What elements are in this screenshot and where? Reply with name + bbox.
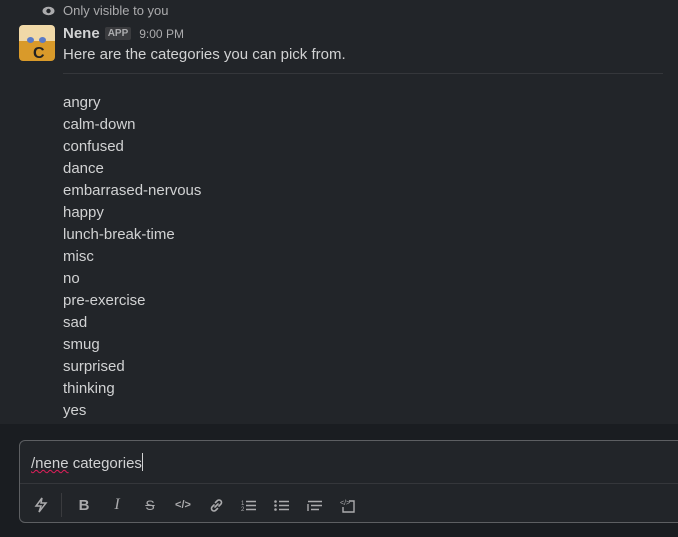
list-item: surprised <box>63 358 125 375</box>
list-item: pre-exercise <box>63 292 146 309</box>
text-caret <box>141 453 143 471</box>
list-item: thinking <box>63 380 115 397</box>
avatar[interactable]: C <box>19 25 55 61</box>
list-item: sad <box>63 314 88 331</box>
list-item: angry <box>63 94 101 111</box>
timestamp[interactable]: 9:00 PM <box>139 27 184 41</box>
list-item: embarrased-nervous <box>63 182 202 199</box>
list-item: confused <box>63 138 124 155</box>
svg-text:</>: </> <box>340 500 350 507</box>
shortcuts-icon[interactable] <box>30 494 52 516</box>
ephemeral-note: Only visible to you <box>42 3 169 18</box>
command-text: /nene <box>31 455 69 472</box>
list-item: smug <box>63 336 100 353</box>
code-icon[interactable]: </> <box>172 494 194 516</box>
bold-icon[interactable]: B <box>73 494 95 516</box>
svg-text:2: 2 <box>241 507 245 512</box>
list-item: lunch-break-time <box>63 226 175 243</box>
visibility-note: Only visible to you <box>63 3 169 18</box>
link-icon[interactable] <box>205 494 227 516</box>
command-args: categories <box>68 455 142 472</box>
app-badge: APP <box>104 27 132 40</box>
bulleted-list-icon[interactable] <box>271 494 293 516</box>
list-item: misc <box>63 248 94 265</box>
blockquote-icon[interactable] <box>304 494 326 516</box>
message: Only visible to you C Nene APP 9:00 PM H… <box>0 0 678 424</box>
list-item: no <box>63 270 80 287</box>
list-item: dance <box>63 160 104 177</box>
divider <box>20 483 678 484</box>
message-input[interactable]: /nene categories <box>31 453 143 472</box>
sender-name[interactable]: Nene <box>63 25 100 42</box>
list-item: happy <box>63 204 104 221</box>
strikethrough-icon[interactable]: S <box>139 494 161 516</box>
message-composer[interactable]: /nene categories B I S </> 12 </> <box>19 440 678 523</box>
message-text: Here are the categories you can pick fro… <box>63 46 346 63</box>
divider <box>63 73 663 74</box>
ordered-list-icon[interactable]: 12 <box>238 494 260 516</box>
code-block-icon[interactable]: </> <box>337 494 359 516</box>
formatting-toolbar: B I S </> 12 </> <box>30 493 370 517</box>
italic-icon[interactable]: I <box>106 494 128 516</box>
list-item: yes <box>63 402 87 419</box>
toolbar-separator <box>61 493 62 517</box>
eye-icon <box>42 6 55 15</box>
category-list: angry calm-down confused dance embarrase… <box>63 92 201 422</box>
list-item: calm-down <box>63 116 136 133</box>
